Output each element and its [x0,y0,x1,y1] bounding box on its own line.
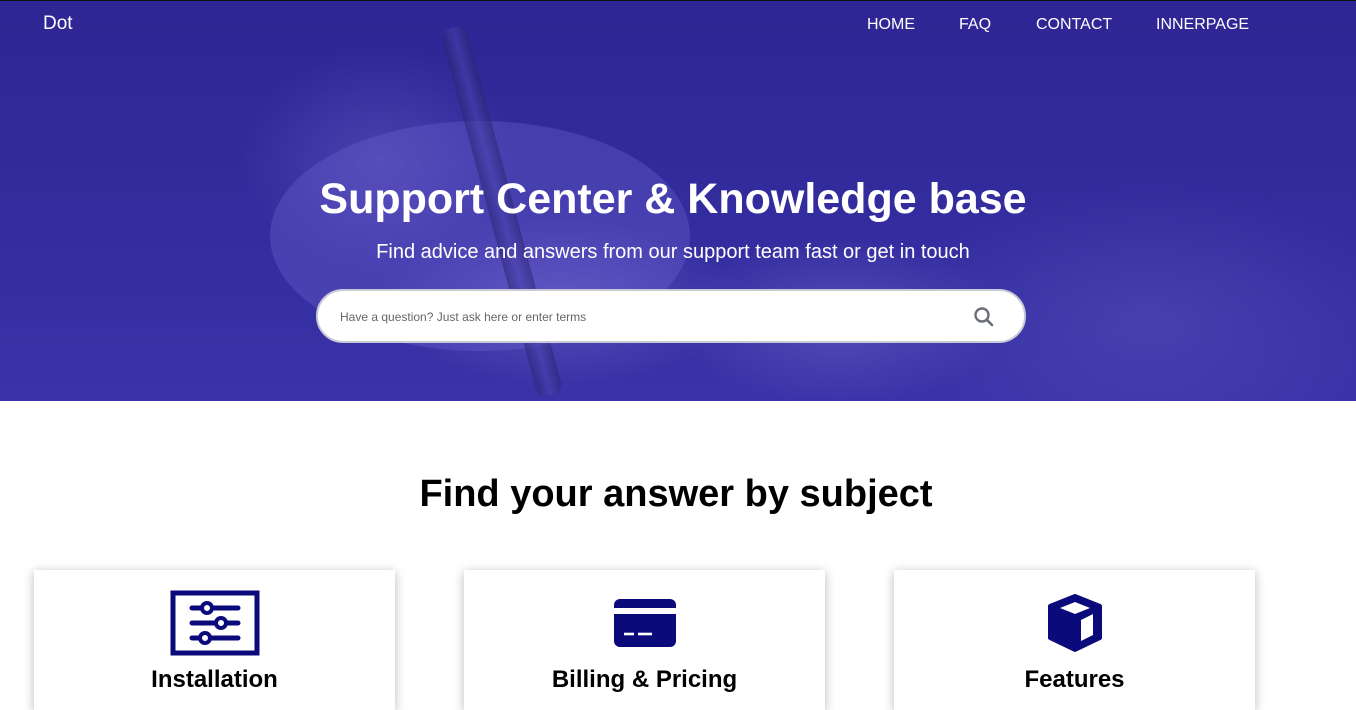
subject-card-title: Billing & Pricing [551,666,738,693]
search-input[interactable] [338,291,942,343]
subjects-title: Find your answer by subject [419,473,933,515]
cube-icon [894,590,1255,656]
hero-banner: Dot HOME FAQ CONTACT INNERPAGE Support C… [0,0,1356,401]
sliders-icon [34,590,395,656]
nav-item-contact[interactable]: CONTACT [1036,15,1112,35]
subject-card-title: Installation [151,666,278,693]
main-nav: HOME FAQ CONTACT INNERPAGE [0,15,1356,39]
hero-subtitle: Find advice and answers from our support… [376,241,970,263]
nav-item-faq[interactable]: FAQ [959,15,991,35]
subject-card-title: Features [1024,666,1125,693]
subject-card-installation[interactable]: Installation [34,570,395,710]
hero-title: Support Center & Knowledge base [319,175,1027,223]
search-icon[interactable] [972,305,996,329]
search-bar [316,289,1026,343]
nav-item-home[interactable]: HOME [867,15,915,35]
credit-card-icon [464,590,825,656]
subject-card-billing[interactable]: Billing & Pricing [464,570,825,710]
subject-card-features[interactable]: Features [894,570,1255,710]
nav-item-innerpage[interactable]: INNERPAGE [1156,15,1249,35]
